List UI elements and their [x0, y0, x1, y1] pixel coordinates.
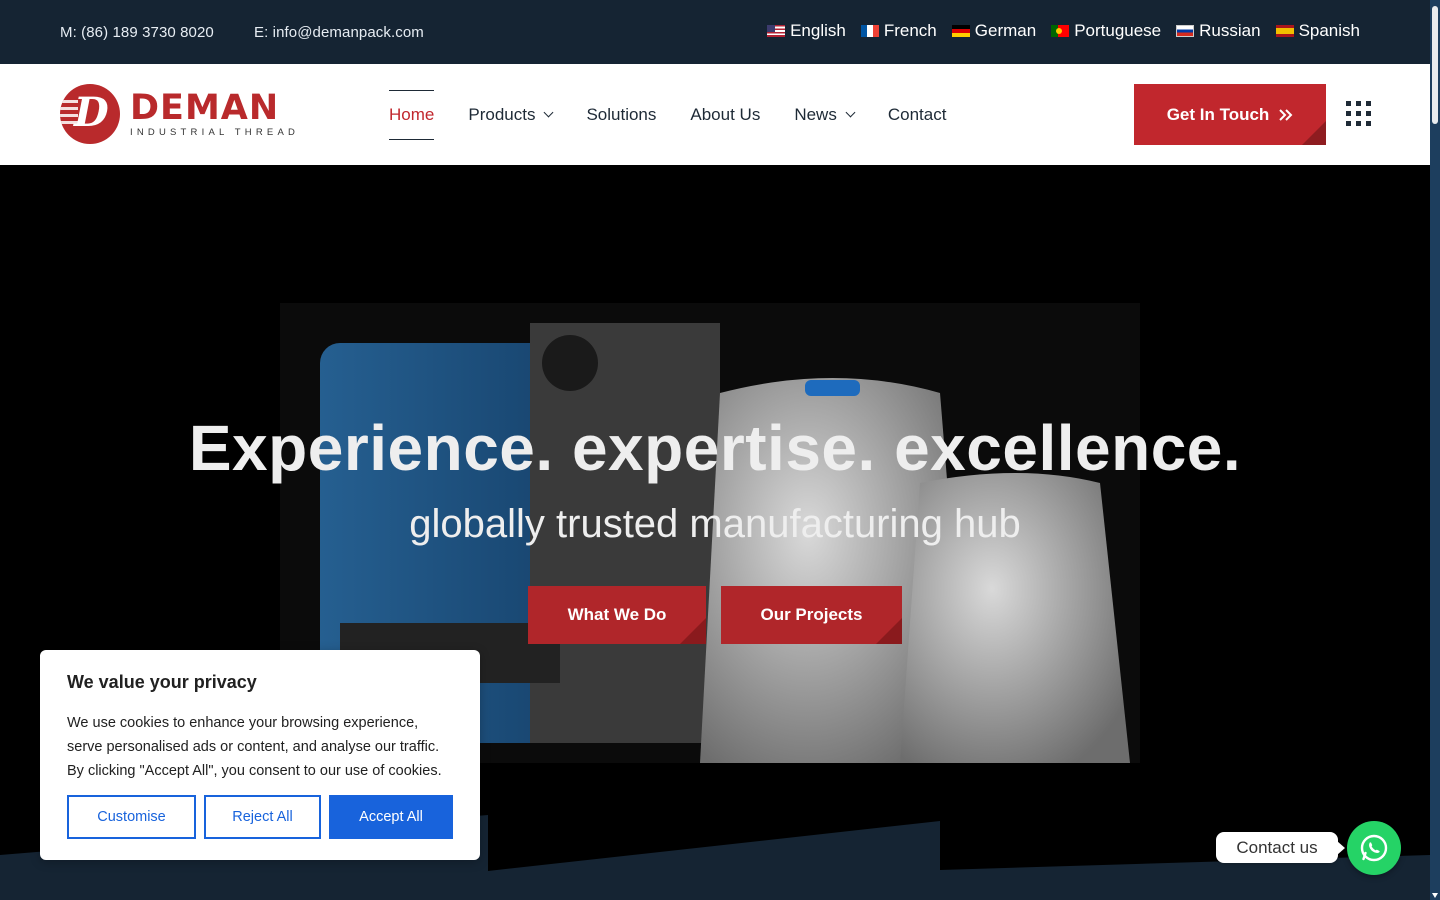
lang-label: Portuguese	[1074, 21, 1162, 40]
double-chevron-right-icon	[1279, 108, 1293, 121]
lang-german[interactable]: German	[951, 21, 1037, 41]
lang-label: French	[883, 21, 937, 40]
email-address[interactable]: E: info@demanpack.com	[254, 24, 424, 41]
site-header: D DEMAN INDUSTRIAL THREAD Home Products …	[0, 64, 1430, 165]
lang-label: German	[974, 21, 1037, 40]
grid-menu-icon[interactable]	[1346, 101, 1371, 126]
reject-all-button[interactable]: Reject All	[204, 795, 321, 839]
logo-name: DEMAN	[130, 87, 280, 128]
nav-news[interactable]: News	[794, 64, 856, 165]
chevron-down-icon	[544, 107, 554, 118]
nav-label: Contact	[887, 104, 947, 124]
main-nav: Home Products Solutions About Us News Co…	[389, 64, 980, 165]
phone-number[interactable]: M: (86) 189 3730 8020	[60, 24, 214, 41]
customise-button[interactable]: Customise	[67, 795, 196, 839]
nav-home[interactable]: Home	[389, 64, 435, 165]
lang-portuguese[interactable]: Portuguese	[1051, 21, 1161, 41]
nav-solutions[interactable]: Solutions	[586, 64, 656, 165]
scrollbar-thumb[interactable]	[1432, 6, 1438, 124]
lang-russian[interactable]: Russian	[1176, 21, 1261, 41]
nav-label: Solutions	[586, 104, 657, 124]
lang-spanish[interactable]: Spanish	[1275, 21, 1360, 41]
top-bar: M: (86) 189 3730 8020 E: info@demanpack.…	[0, 0, 1430, 64]
whatsapp-icon[interactable]	[1347, 821, 1401, 875]
nav-label: News	[794, 104, 837, 124]
lang-label: Spanish	[1298, 21, 1360, 40]
spain-flag-icon	[1275, 25, 1294, 37]
get-in-touch-button[interactable]: Get In Touch	[1134, 84, 1326, 145]
russia-flag-icon	[1176, 25, 1195, 37]
cta-label: Get In Touch	[1166, 104, 1270, 124]
lang-english[interactable]: English	[767, 21, 846, 41]
contact-us-label[interactable]: Contact us	[1216, 832, 1345, 863]
nav-label: About Us	[690, 104, 761, 124]
cookie-actions: Customise Reject All Accept All	[67, 795, 453, 839]
us-flag-icon	[767, 25, 786, 37]
lang-french[interactable]: French	[860, 21, 937, 41]
nav-label: Home	[389, 104, 435, 124]
portugal-flag-icon	[1051, 25, 1070, 37]
scroll-down-arrow-icon[interactable]	[1432, 893, 1438, 898]
nav-contact[interactable]: Contact	[888, 64, 947, 165]
cookie-title: We value your privacy	[67, 672, 257, 692]
page-scrollbar[interactable]	[1430, 0, 1440, 900]
what-we-do-button[interactable]: What We Do	[528, 586, 706, 644]
button-label: Our Projects	[760, 605, 863, 624]
accept-all-button[interactable]: Accept All	[329, 795, 453, 839]
lang-label: Russian	[1199, 21, 1261, 40]
hero-subtitle: globally trusted manufacturing hub	[409, 502, 1021, 546]
france-flag-icon	[860, 25, 879, 37]
chevron-down-icon	[845, 107, 856, 118]
cookie-consent-banner: We value your privacy We use cookies to …	[40, 650, 480, 860]
nav-products[interactable]: Products	[468, 64, 554, 165]
nav-about[interactable]: About Us	[690, 64, 760, 165]
nav-label: Products	[468, 104, 536, 124]
germany-flag-icon	[951, 25, 970, 37]
site-logo[interactable]: D DEMAN INDUSTRIAL THREAD	[60, 84, 299, 144]
language-switcher: English French German Portuguese Russian…	[767, 21, 1360, 41]
logo-tagline: INDUSTRIAL THREAD	[130, 126, 300, 138]
button-label: What We Do	[567, 605, 667, 624]
logo-mark-icon: D	[60, 84, 120, 144]
cookie-text: We use cookies to enhance your browsing …	[67, 715, 442, 779]
our-projects-button[interactable]: Our Projects	[721, 586, 902, 644]
lang-label: English	[790, 21, 846, 40]
hero-title: Experience. expertise. excellence.	[188, 412, 1242, 484]
